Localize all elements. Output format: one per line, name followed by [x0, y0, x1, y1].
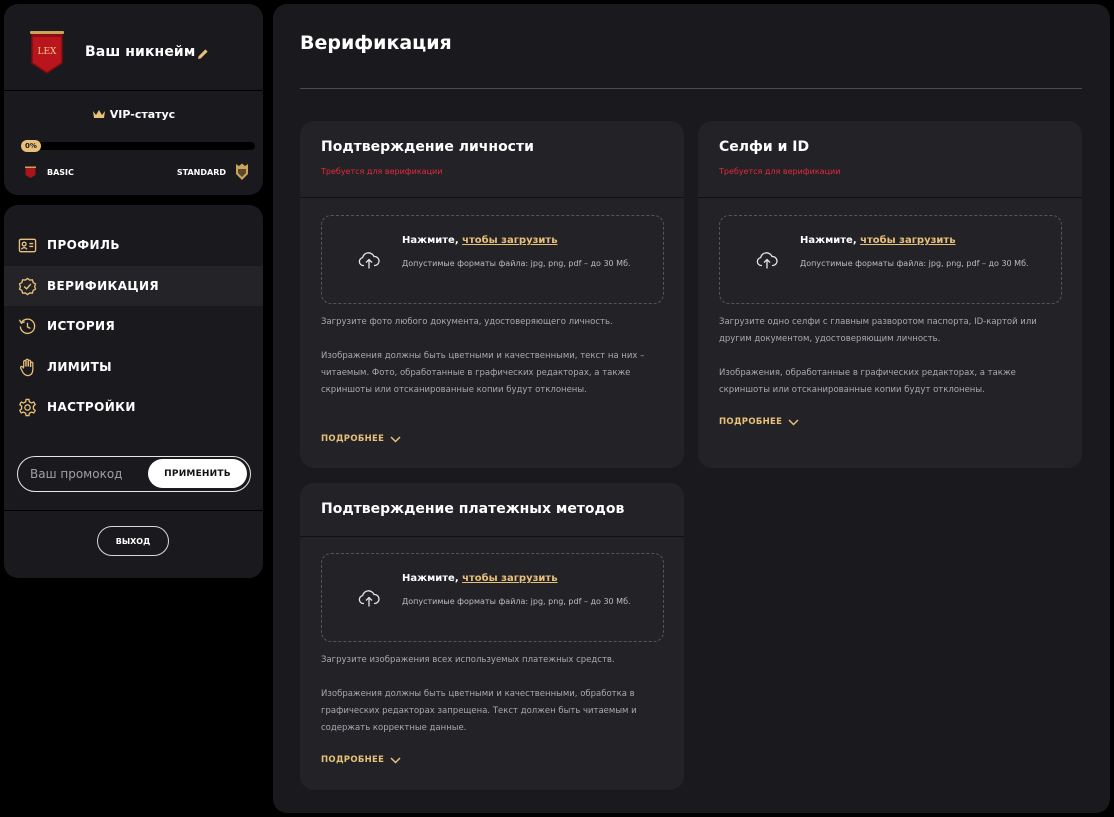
- card-divider: [300, 536, 684, 537]
- sidebar-item-verification[interactable]: ВЕРИФИКАЦИЯ: [4, 266, 263, 306]
- description-paragraph: Изображения должны быть цветными и качес…: [321, 689, 637, 733]
- page-title: Верификация: [300, 32, 452, 54]
- sidebar-item-label: ЛИМИТЫ: [47, 360, 113, 374]
- more-label: ПОДРОБНЕЕ: [321, 434, 385, 444]
- description-paragraph: Загрузите изображения всех используемых …: [321, 655, 615, 665]
- nickname: Ваш никнейм: [85, 44, 196, 60]
- more-toggle[interactable]: ПОДРОБНЕЕ: [321, 434, 401, 444]
- required-note: Требуется для верификации: [321, 167, 443, 176]
- chevron-down-icon: [390, 435, 401, 443]
- pencil-icon[interactable]: [197, 48, 209, 60]
- chevron-down-icon: [788, 418, 799, 426]
- verified-badge-icon: [18, 277, 37, 295]
- logout-button[interactable]: ВЫХОД: [97, 526, 169, 556]
- upload-dropzone[interactable]: Нажмите, чтобы загрузить Допустимые форм…: [321, 553, 664, 642]
- card-title: Подтверждение платежных методов: [321, 501, 625, 517]
- cloud-upload-icon: [756, 252, 778, 269]
- card-description: Загрузите одно селфи с главным разворото…: [719, 314, 1064, 399]
- standard-tier-icon: [236, 163, 248, 180]
- history-icon: [18, 318, 36, 334]
- required-note: Требуется для верификации: [719, 167, 841, 176]
- tier-next: STANDARD: [177, 163, 249, 181]
- promo-code-input[interactable]: [30, 457, 148, 490]
- description-paragraph: Загрузите фото любого документа, удостов…: [321, 317, 613, 327]
- vip-progress-bar: [21, 142, 255, 150]
- upload-prefix: Нажмите,: [800, 235, 861, 246]
- upload-link[interactable]: чтобы загрузить: [462, 573, 557, 584]
- upload-prefix: Нажмите,: [402, 235, 463, 246]
- tier-next-label: STANDARD: [176, 167, 226, 177]
- basic-tier-icon: [25, 166, 36, 178]
- profile-header: LEX Ваш никнейм: [4, 4, 263, 91]
- cloud-upload-icon: [358, 590, 380, 607]
- upload-formats: Допустимые форматы файла: jpg, png, pdf …: [800, 259, 1029, 268]
- more-toggle[interactable]: ПОДРОБНЕЕ: [719, 417, 799, 427]
- description-paragraph: Загрузите одно селфи с главным разворото…: [719, 317, 1037, 344]
- vip-status-label: VIP-статус: [109, 108, 176, 121]
- upload-formats: Допустимые форматы файла: jpg, png, pdf …: [402, 259, 631, 268]
- description-paragraph: Изображения должны быть цветными и качес…: [321, 351, 645, 395]
- payment-methods-card: Подтверждение платежных методов Нажмите,…: [300, 483, 684, 790]
- upload-prefix: Нажмите,: [402, 573, 463, 584]
- sidebar-nav: ПРОФИЛЬ ВЕРИФИКАЦИЯ ИСТОРИЯ ЛИМИТЫ НАСТР…: [4, 205, 263, 578]
- selfie-id-card: Селфи и ID Требуется для верификации Наж…: [698, 121, 1082, 468]
- upload-instruction: Нажмите, чтобы загрузить: [402, 573, 558, 584]
- more-label: ПОДРОБНЕЕ: [321, 755, 385, 765]
- upload-link[interactable]: чтобы загрузить: [860, 235, 955, 246]
- card-divider: [300, 197, 684, 198]
- profile-card-icon: [18, 238, 37, 252]
- cloud-upload-icon: [358, 252, 380, 269]
- sidebar-item-profile[interactable]: ПРОФИЛЬ: [4, 225, 263, 265]
- sidebar-item-label: ВЕРИФИКАЦИЯ: [47, 279, 160, 293]
- sidebar-item-label: ПРОФИЛЬ: [47, 238, 120, 252]
- upload-instruction: Нажмите, чтобы загрузить: [800, 235, 956, 246]
- sidebar-item-label: ИСТОРИЯ: [47, 319, 116, 333]
- upload-dropzone[interactable]: Нажмите, чтобы загрузить Допустимые форм…: [719, 215, 1062, 304]
- identity-verification-card: Подтверждение личности Требуется для вер…: [300, 121, 684, 468]
- apply-promo-button[interactable]: ПРИМЕНИТЬ: [148, 459, 247, 488]
- gear-icon: [18, 398, 37, 416]
- more-toggle[interactable]: ПОДРОБНЕЕ: [321, 755, 401, 765]
- card-title: Селфи и ID: [719, 139, 810, 155]
- sidebar-item-limits[interactable]: ЛИМИТЫ: [4, 347, 263, 387]
- upload-link[interactable]: чтобы загрузить: [462, 235, 557, 246]
- title-divider: [300, 88, 1082, 89]
- card-description: Загрузите изображения всех используемых …: [321, 652, 666, 737]
- sidebar-item-label: НАСТРОЙКИ: [47, 400, 136, 414]
- avatar[interactable]: LEX: [28, 29, 66, 75]
- description-paragraph: Изображения, обработанные в графических …: [719, 368, 1016, 395]
- chevron-down-icon: [390, 756, 401, 764]
- vip-status: VIP-статус: [4, 108, 263, 121]
- upload-dropzone[interactable]: Нажмите, чтобы загрузить Допустимые форм…: [321, 215, 664, 304]
- sidebar-item-settings[interactable]: НАСТРОЙКИ: [4, 387, 263, 427]
- avatar-text: LEX: [38, 47, 58, 57]
- upload-instruction: Нажмите, чтобы загрузить: [402, 235, 558, 246]
- more-label: ПОДРОБНЕЕ: [719, 417, 783, 427]
- card-title: Подтверждение личности: [321, 139, 534, 155]
- vip-progress-label: 0%: [21, 140, 41, 152]
- sidebar-item-history[interactable]: ИСТОРИЯ: [4, 306, 263, 346]
- crown-icon: [92, 110, 105, 118]
- nav-divider: [4, 510, 263, 511]
- card-description: Загрузите фото любого документа, удостов…: [321, 314, 666, 399]
- hand-icon: [20, 358, 34, 376]
- tier-current: BASIC: [24, 166, 74, 179]
- main-panel: Верификация Подтверждение личности Требу…: [273, 4, 1110, 813]
- tier-current-label: BASIC: [47, 168, 74, 177]
- profile-card: LEX Ваш никнейм VIP-статус 0% BASIC STAN…: [4, 4, 263, 195]
- promo-code-form: ПРИМЕНИТЬ: [17, 456, 251, 492]
- card-divider: [698, 197, 1082, 198]
- upload-formats: Допустимые форматы файла: jpg, png, pdf …: [402, 597, 631, 606]
